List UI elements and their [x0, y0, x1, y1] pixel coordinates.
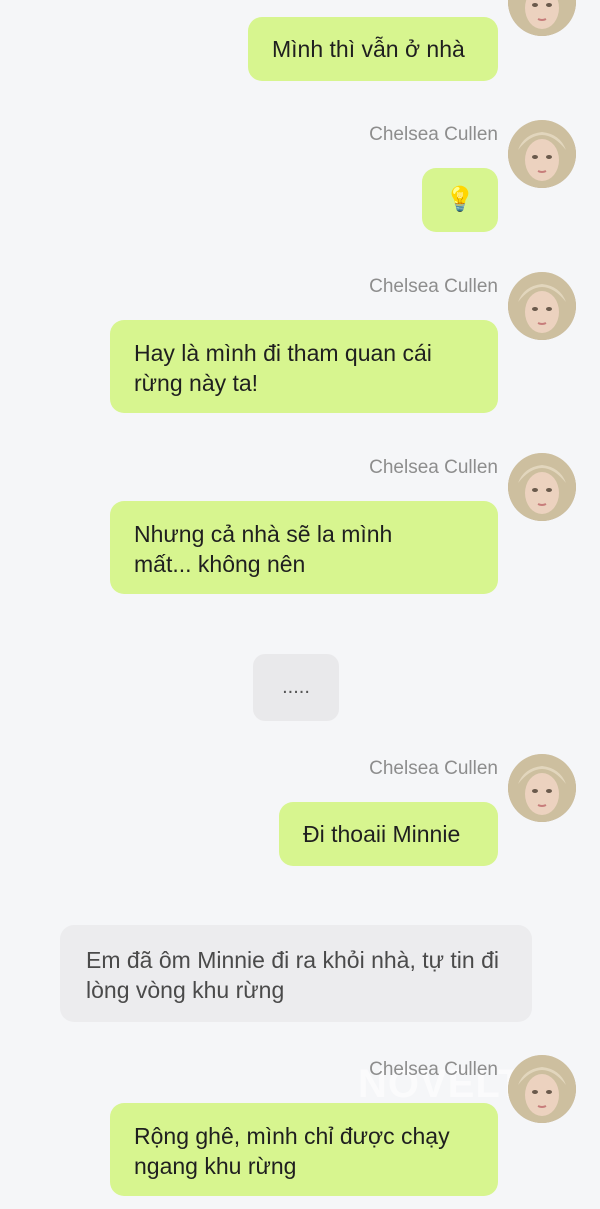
avatar: [508, 0, 576, 36]
sender-name: Chelsea Cullen: [369, 758, 498, 779]
avatar: [508, 272, 576, 340]
message-bubble: 💡: [422, 168, 498, 232]
avatar: [508, 1055, 576, 1123]
message-bubble: Đi thoaii Minnie: [279, 802, 498, 866]
avatar: [508, 120, 576, 188]
sender-name: Chelsea Cullen: [369, 457, 498, 478]
avatar: [508, 754, 576, 822]
lightbulb-icon: 💡: [445, 186, 475, 213]
message-bubble: Hay là mình đi tham quan cái rừng này ta…: [110, 320, 498, 413]
sender-name: Chelsea Cullen: [369, 276, 498, 297]
message-bubble: Nhưng cả nhà sẽ la mình mất... không nên: [110, 501, 498, 594]
narration-box: Em đã ôm Minnie đi ra khỏi nhà, tự tin đ…: [60, 925, 532, 1022]
message-bubble: Rộng ghê, mình chỉ được chạy ngang khu r…: [110, 1103, 498, 1196]
sender-name: Chelsea Cullen: [369, 124, 498, 145]
avatar: [508, 453, 576, 521]
message-bubble: Mình thì vẫn ở nhà: [248, 17, 498, 81]
sender-name: Chelsea Cullen: [369, 1059, 498, 1080]
ellipsis-separator: .....: [253, 654, 339, 721]
